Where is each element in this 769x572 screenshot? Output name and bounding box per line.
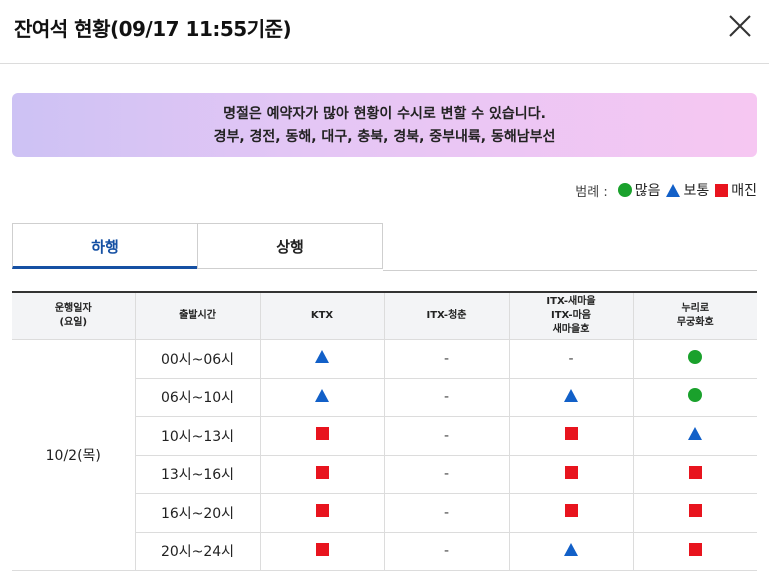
close-icon bbox=[729, 15, 751, 37]
cell-nuriro bbox=[632, 493, 757, 533]
dash: - bbox=[443, 543, 450, 560]
dash: - bbox=[443, 389, 450, 406]
square-icon bbox=[688, 465, 702, 479]
square-icon bbox=[315, 465, 329, 479]
triangle-icon bbox=[564, 542, 578, 556]
tab-downbound[interactable]: 하행 bbox=[12, 223, 198, 269]
legend-label: 범례 : bbox=[575, 184, 608, 200]
header-itx-cheongchun: ITX-청춘 bbox=[383, 292, 509, 340]
legend-item-label: 보통 bbox=[683, 183, 710, 199]
square-icon bbox=[315, 504, 329, 518]
legend-item-many: 많음 bbox=[617, 180, 661, 200]
cell-time: 20시~24시 bbox=[134, 532, 260, 571]
square-icon bbox=[715, 183, 729, 197]
table-header-row: 운행일자 (요일) 출발시간 KTX ITX-청춘 ITX-새마을 ITX-마음새마… bbox=[12, 292, 757, 340]
header-nuriro: 누리로무궁화호 bbox=[632, 292, 757, 340]
square-icon bbox=[564, 504, 578, 518]
header-ktx: KTX bbox=[259, 292, 384, 340]
cell-nuriro bbox=[632, 378, 757, 417]
close-button[interactable] bbox=[727, 13, 753, 39]
header-itx-saemaeul: ITX-새마을 ITX-마음새마을호 bbox=[508, 292, 633, 340]
direction-tabs: 하행 상행 bbox=[12, 223, 757, 271]
cell-time: 13시~16시 bbox=[134, 455, 260, 494]
cell-nuriro bbox=[632, 339, 757, 379]
tabs-divider bbox=[383, 270, 757, 271]
notice-banner: 명절은 예약자가 많아 현황이 수시로 변할 수 있습니다. 경부, 경전, 동… bbox=[12, 93, 757, 157]
triangle-icon bbox=[666, 183, 681, 197]
triangle-icon bbox=[688, 427, 703, 441]
cell-ktx bbox=[259, 493, 384, 533]
legend: 범례 : 많음 보통 매진 bbox=[575, 180, 757, 200]
circle-icon bbox=[688, 388, 703, 403]
tab-upbound[interactable]: 상행 bbox=[197, 223, 383, 269]
modal-header: 잔여석 현황(09/17 11:55기준) bbox=[0, 0, 769, 58]
cell-ktx bbox=[259, 339, 384, 379]
square-icon bbox=[688, 504, 702, 518]
cell-time: 06시~10시 bbox=[134, 378, 260, 417]
circle-icon bbox=[688, 349, 703, 364]
legend-item-label: 매진 bbox=[731, 183, 757, 199]
cell-time: 16시~20시 bbox=[134, 493, 260, 533]
cell-itx-saemaeul bbox=[508, 416, 633, 456]
header-date-line-2: (요일) bbox=[59, 317, 88, 328]
header-time: 출발시간 bbox=[134, 292, 260, 340]
header-date-line-1: 운행일자 bbox=[54, 303, 92, 314]
cell-itx-saemaeul bbox=[508, 493, 633, 533]
legend-item-normal: 보통 bbox=[666, 180, 709, 200]
triangle-icon bbox=[315, 350, 329, 364]
cell-time: 00시~06시 bbox=[134, 339, 260, 379]
square-icon bbox=[564, 427, 578, 441]
dash: - bbox=[443, 350, 450, 367]
header-divider bbox=[0, 63, 769, 64]
dash: - bbox=[568, 350, 574, 367]
square-icon bbox=[688, 542, 702, 556]
header-itx-line-2: ITX-마음 bbox=[551, 310, 591, 321]
cell-itx-cc: - bbox=[383, 416, 509, 456]
triangle-icon bbox=[564, 388, 578, 402]
cell-nuriro bbox=[632, 532, 757, 571]
notice-line-2: 경부, 경전, 동해, 대구, 충북, 경북, 중부내륙, 동해남부선 bbox=[213, 129, 556, 145]
cell-itx-saemaeul bbox=[508, 532, 633, 571]
cell-date: 10/2(목) bbox=[12, 339, 135, 571]
notice-line-1: 명절은 예약자가 많아 현황이 수시로 변할 수 있습니다. bbox=[223, 106, 546, 122]
header-nuriro-line-2: 무궁화호 bbox=[676, 317, 714, 328]
cell-itx-cc: - bbox=[383, 378, 509, 417]
page-title: 잔여석 현황(09/17 11:55기준) bbox=[14, 17, 292, 41]
seat-status-table: 운행일자 (요일) 출발시간 KTX ITX-청춘 ITX-새마을 ITX-마음새마… bbox=[12, 291, 757, 571]
header-itx-line-3: 새마을호 bbox=[552, 324, 590, 335]
cell-nuriro bbox=[632, 416, 757, 456]
square-icon bbox=[315, 427, 329, 441]
triangle-icon bbox=[315, 388, 329, 402]
header-date: 운행일자 (요일) bbox=[12, 292, 135, 340]
circle-icon bbox=[617, 183, 632, 197]
header-itx-line-1: ITX-새마을 bbox=[546, 296, 596, 307]
cell-itx-cc: - bbox=[383, 532, 509, 571]
cell-ktx bbox=[259, 455, 384, 494]
legend-item-soldout: 매진 bbox=[715, 180, 757, 200]
cell-itx-cc: - bbox=[383, 339, 509, 379]
dash: - bbox=[443, 504, 450, 521]
cell-ktx bbox=[259, 532, 384, 571]
cell-itx-saemaeul bbox=[508, 455, 633, 494]
dash: - bbox=[443, 427, 450, 444]
cell-nuriro bbox=[632, 455, 757, 494]
cell-time: 10시~13시 bbox=[134, 416, 260, 456]
table-row: 10/2(목) 00시~06시 - - bbox=[12, 339, 757, 571]
cell-ktx bbox=[259, 378, 384, 417]
cell-ktx bbox=[259, 416, 384, 456]
dash: - bbox=[443, 466, 450, 483]
square-icon bbox=[315, 542, 329, 556]
cell-itx-cc: - bbox=[383, 493, 509, 533]
cell-itx-saemaeul bbox=[508, 378, 633, 417]
header-nuriro-line-1: 누리로 bbox=[681, 303, 710, 314]
cell-itx-cc: - bbox=[383, 455, 509, 494]
square-icon bbox=[564, 465, 578, 479]
cell-itx-saemaeul: - bbox=[508, 339, 633, 379]
legend-item-label: 많음 bbox=[634, 183, 661, 199]
